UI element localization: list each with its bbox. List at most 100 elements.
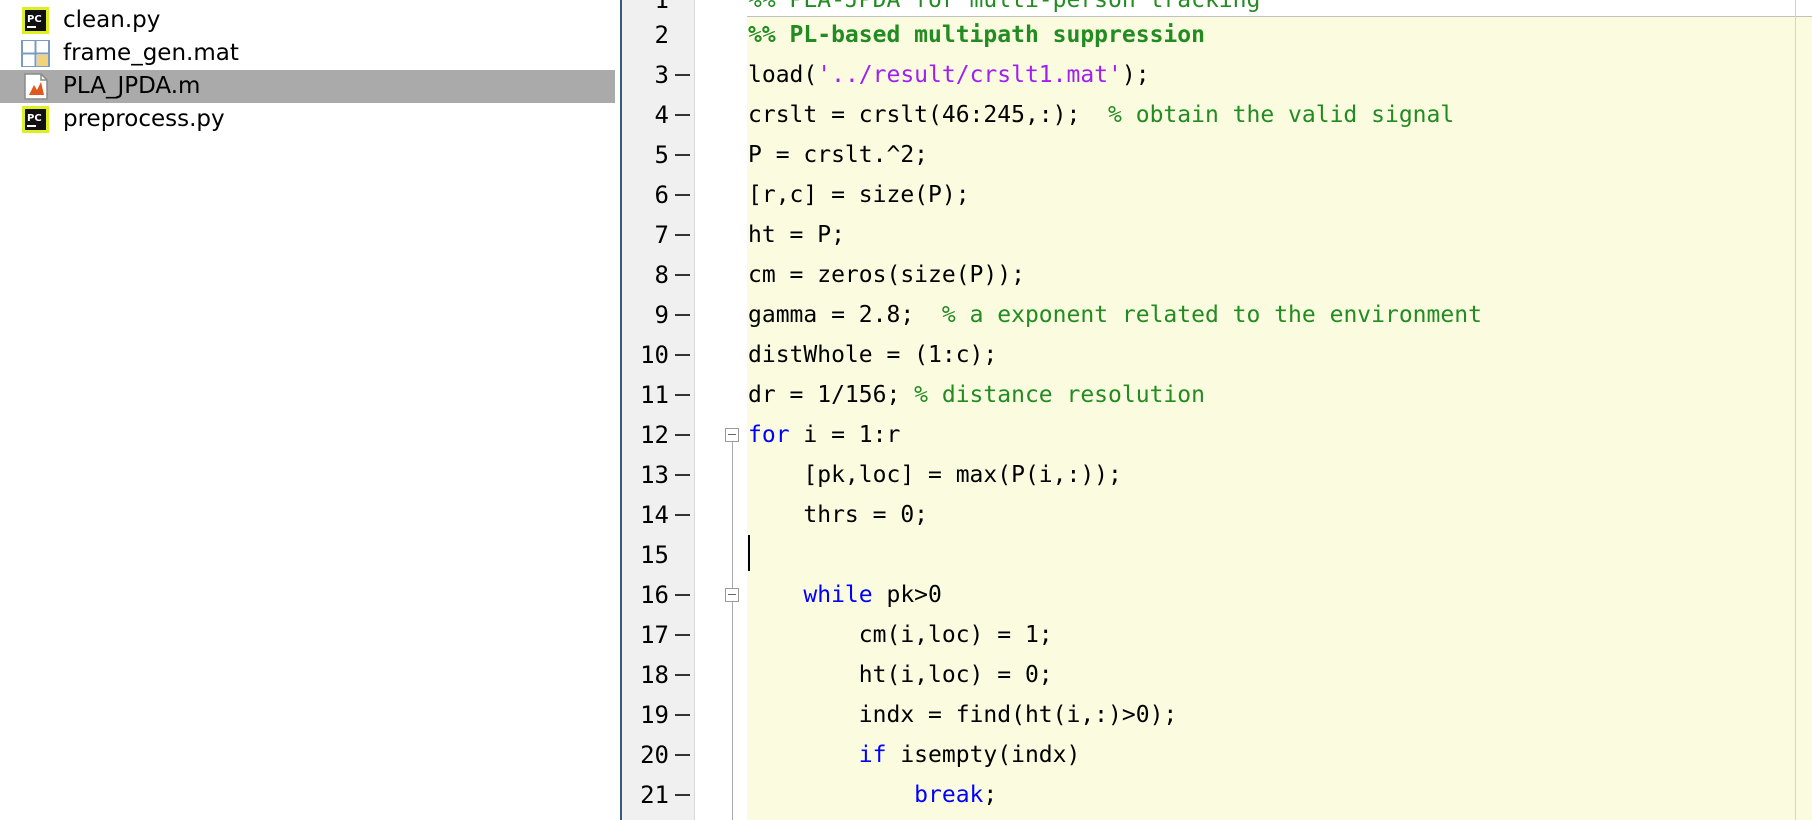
file-name: preprocess.py [63, 106, 225, 132]
breakpoint-marker[interactable] [675, 794, 690, 796]
line-text: thrs = 0; [748, 502, 929, 528]
line-number: 8 [654, 261, 669, 289]
line-number: 4 [654, 101, 669, 129]
line-number: 13 [640, 461, 669, 489]
code-line[interactable]: 18 ht(i,loc) = 0; [622, 655, 1812, 695]
file-row-clean-py[interactable]: PC clean.py [0, 4, 615, 37]
file-row-preprocess-py[interactable]: PC preprocess.py [0, 103, 615, 136]
code-line[interactable]: 10 distWhole = (1:c); [622, 335, 1812, 375]
comment-token: % obtain the valid signal [1108, 102, 1455, 128]
code-line[interactable]: 6 [r,c] = size(P); [622, 175, 1812, 215]
breakpoint-marker[interactable] [675, 394, 690, 396]
line-number: 12 [640, 421, 669, 449]
breakpoint-marker[interactable] [675, 634, 690, 636]
code-line[interactable]: 11 dr = 1/156; % distance resolution [622, 375, 1812, 415]
mat-file-icon [21, 40, 50, 67]
keyword-token: break [914, 782, 984, 808]
line-text: crslt = crslt(46:245,:); % obtain the va… [748, 102, 1455, 128]
line-number: 3 [654, 61, 669, 89]
fold-toggle-while[interactable] [725, 588, 739, 602]
line-text: while pk>0 [803, 582, 942, 608]
line-number: 20 [640, 741, 669, 769]
line-text: cm(i,loc) = 1; [748, 622, 1053, 648]
fold-toggle-for[interactable] [725, 428, 739, 442]
line-number: 7 [654, 221, 669, 249]
line-number: 9 [654, 301, 669, 329]
line-text: load('../result/crslt1.mat'); [748, 62, 1150, 88]
file-row-frame-gen-mat[interactable]: frame_gen.mat [0, 37, 615, 70]
code-line[interactable]: 5 P = crslt.^2; [622, 135, 1812, 175]
code-line[interactable]: 14 thrs = 0; [622, 495, 1812, 535]
line-number: 15 [640, 541, 669, 569]
breakpoint-marker[interactable] [675, 154, 690, 156]
file-name: __py__ [63, 0, 137, 3]
breakpoint-marker[interactable] [675, 274, 690, 276]
line-number: 16 [640, 581, 669, 609]
code-line[interactable]: 15 [622, 535, 1812, 575]
line-text: indx = find(ht(i,:)>0); [748, 702, 1178, 728]
line-number: 10 [640, 341, 669, 369]
code-line[interactable]: 3 load('../result/crslt1.mat'); [622, 55, 1812, 95]
code-line[interactable]: 4 crslt = crslt(46:245,:); % obtain the v… [622, 95, 1812, 135]
file-name: frame_gen.mat [63, 40, 239, 66]
line-text: for i = 1:r [748, 422, 901, 448]
comment-token: % distance resolution [914, 382, 1205, 408]
line-number: 14 [640, 501, 669, 529]
line-number: 19 [640, 701, 669, 729]
matlab-file-icon [24, 73, 48, 100]
line-text: P = crslt.^2; [748, 142, 929, 168]
breakpoint-marker[interactable] [675, 754, 690, 756]
panel-splitter[interactable] [615, 0, 622, 820]
line-text: if isempty(indx) [858, 742, 1081, 768]
code-line[interactable]: 17 cm(i,loc) = 1; [622, 615, 1812, 655]
line-text: [pk,loc] = max(P(i,:)); [748, 462, 1122, 488]
breakpoint-marker[interactable] [675, 314, 690, 316]
line-text: %% PL-based multipath suppression [748, 22, 1205, 48]
line-text: ht(i,loc) = 0; [748, 662, 1053, 688]
line-text: ht = P; [748, 222, 845, 248]
pycharm-file-icon: PC [22, 7, 49, 34]
line-number: 2 [654, 21, 669, 49]
file-name: PLA_JPDA.m [63, 73, 201, 99]
breakpoint-marker[interactable] [675, 714, 690, 716]
pycharm-file-icon: PC [22, 106, 49, 133]
line-text: cm = zeros(size(P)); [748, 262, 1025, 288]
code-editor[interactable]: 1 %% PLA-JPDA for multi-person tracking … [622, 0, 1812, 820]
breakpoint-marker[interactable] [675, 474, 690, 476]
comment-token: % a exponent related to the environment [941, 302, 1482, 328]
line-text: [r,c] = size(P); [748, 182, 970, 208]
current-folder-panel: __py__ PC clean.py frame_gen.mat PLA_JPD… [0, 0, 615, 820]
svg-text:PC: PC [27, 113, 42, 124]
breakpoint-marker[interactable] [675, 234, 690, 236]
string-token: '../result/crslt1.mat' [817, 62, 1122, 88]
line-number: 21 [640, 781, 669, 809]
line-number: 18 [640, 661, 669, 689]
breakpoint-marker[interactable] [675, 114, 690, 116]
line-text: break; [914, 782, 998, 808]
fold-guide-for [732, 442, 733, 820]
text-cursor [748, 535, 750, 571]
keyword-token: for [748, 422, 790, 448]
breakpoint-marker[interactable] [675, 354, 690, 356]
code-line[interactable]: 2 %% PL-based multipath suppression [622, 15, 1812, 55]
code-line[interactable]: 8 cm = zeros(size(P)); [622, 255, 1812, 295]
breakpoint-marker[interactable] [675, 194, 690, 196]
code-line[interactable]: 12 for i = 1:r [622, 415, 1812, 455]
code-line[interactable]: 16 while pk>0 [622, 575, 1812, 615]
line-text: gamma = 2.8; % a exponent related to the… [748, 302, 1482, 328]
line-number: 6 [654, 181, 669, 209]
file-row-pla-jpda-m[interactable]: PLA_JPDA.m [0, 70, 615, 103]
code-line[interactable]: 7 ht = P; [622, 215, 1812, 255]
breakpoint-marker[interactable] [675, 434, 690, 436]
breakpoint-marker[interactable] [675, 594, 690, 596]
code-line[interactable]: 9 gamma = 2.8; % a exponent related to th… [622, 295, 1812, 335]
breakpoint-marker[interactable] [675, 514, 690, 516]
code-line[interactable]: 19 indx = find(ht(i,:)>0); [622, 695, 1812, 735]
line-number: 11 [640, 381, 669, 409]
code-line[interactable]: 21 break; [622, 775, 1812, 815]
code-line[interactable]: 20 if isempty(indx) [622, 735, 1812, 775]
breakpoint-marker[interactable] [675, 674, 690, 676]
breakpoint-marker[interactable] [675, 74, 690, 76]
line-number: 5 [654, 141, 669, 169]
code-line[interactable]: 13 [pk,loc] = max(P(i,:)); [622, 455, 1812, 495]
